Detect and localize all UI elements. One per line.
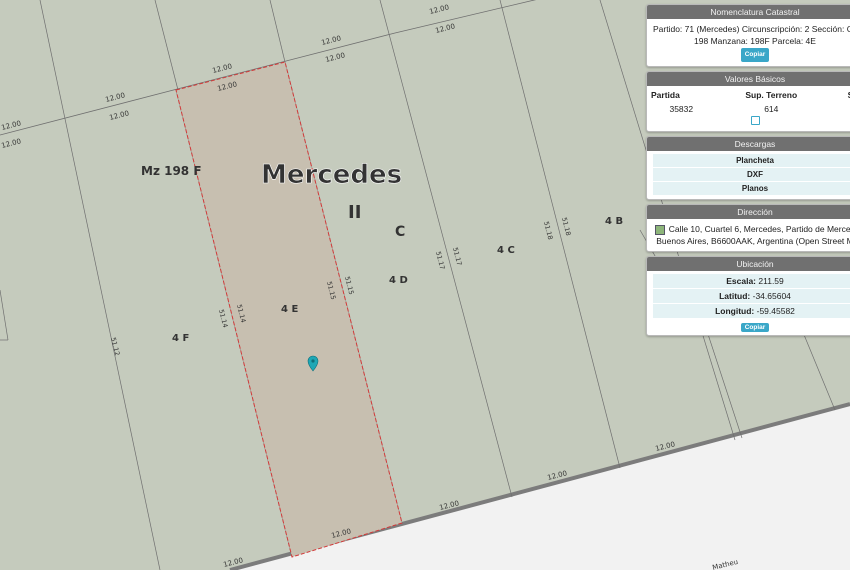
save-icon[interactable]	[750, 116, 760, 125]
valores-table: Partida Sup. Terreno SP 35832 614	[647, 88, 850, 116]
city-label: Mercedes	[261, 160, 402, 190]
escala-value: 211.59	[758, 276, 784, 286]
block-label: Mz 198 F	[141, 164, 202, 178]
col-sup-terreno: Sup. Terreno	[745, 90, 798, 100]
parcel-label-4e: 4 E	[281, 304, 298, 315]
col-partida: Partida	[651, 90, 680, 100]
longitud-row: Longitud: -59.45582	[653, 304, 850, 319]
descargas-header: Descargas	[647, 137, 850, 151]
nomenclatura-section: Nomenclatura Catastral Partido: 71 (Merc…	[646, 4, 850, 67]
osm-icon	[654, 224, 665, 235]
direccion-line1: Calle 10, Cuartel 6, Mercedes, Partido d…	[668, 224, 850, 234]
download-planos-link[interactable]: Planos	[653, 182, 850, 196]
valores-header: Valores Básicos	[647, 72, 850, 86]
latitud-row: Latitud: -34.65604	[653, 289, 850, 304]
latitud-value: -34.65604	[752, 291, 791, 301]
direccion-section: Dirección Calle 10, Cuartel 6, Mercedes,…	[646, 204, 850, 252]
ubicacion-header: Ubicación	[647, 257, 850, 271]
direccion-header: Dirección	[647, 205, 850, 219]
parcel-label-4d: 4 D	[389, 275, 408, 286]
col-sp: SP	[827, 88, 850, 102]
parcel-label-4c: 4 C	[497, 245, 515, 256]
circunscripcion-label: II	[348, 202, 361, 223]
sup-terreno-value: 614	[764, 104, 779, 114]
longitud-value: -59.45582	[756, 306, 795, 316]
download-dxf-link[interactable]: DXF	[653, 168, 850, 182]
nomenclatura-line1: Partido: 71 (Mercedes) Circunscripción: …	[653, 24, 850, 34]
partida-value: 35832	[669, 104, 694, 114]
nomenclatura-header: Nomenclatura Catastral	[647, 5, 850, 19]
descargas-section: Descargas Plancheta DXF Planos	[646, 136, 850, 200]
nomenclatura-line2: 198 Manzana: 198F Parcela: 4E	[694, 36, 816, 46]
info-panel: Nomenclatura Catastral Partido: 71 (Merc…	[644, 0, 850, 340]
parcel-label-4f: 4 F	[172, 333, 189, 344]
copy-nomenclatura-button[interactable]: Copiar	[740, 48, 770, 62]
copy-ubicacion-button[interactable]: Copiar	[740, 323, 770, 332]
parcel-label-4b: 4 B	[605, 216, 623, 227]
ubicacion-section: Ubicación Escala: 211.59 Latitud: -34.65…	[646, 256, 850, 336]
download-plancheta-link[interactable]: Plancheta	[653, 154, 850, 168]
escala-row: Escala: 211.59	[653, 274, 850, 289]
valores-section: Valores Básicos Partida Sup. Terreno SP …	[646, 71, 850, 132]
direccion-line2: Buenos Aires, B6600AAK, Argentina (Open …	[656, 236, 850, 246]
section-label: C	[395, 224, 405, 240]
